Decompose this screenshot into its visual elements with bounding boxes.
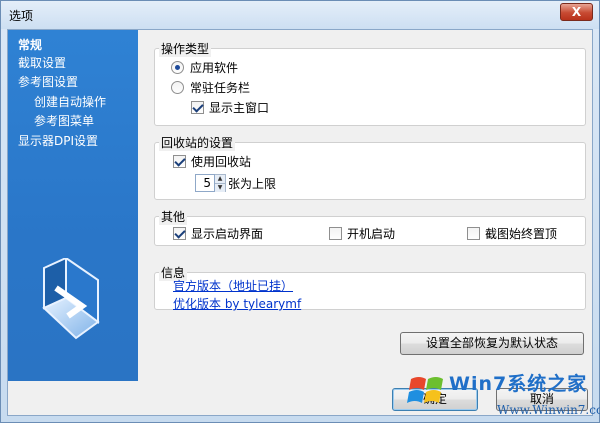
content-panel: 操作类型 应用软件 常驻任务栏 显示主窗口 回收站的设置 使用回收站 5 ▲ ▼… <box>140 30 592 381</box>
show-main-checkbox[interactable] <box>191 101 204 114</box>
sidebar: 常规 截取设置 参考图设置 创建自动操作 参考图菜单 显示器DPI设置 <box>8 30 138 381</box>
operation-type-title: 操作类型 <box>159 40 212 57</box>
use-recycle-label: 使用回收站 <box>191 155 252 169</box>
stepper-up-icon[interactable]: ▲ <box>215 175 225 183</box>
sidebar-item-general[interactable]: 常规 <box>18 36 42 53</box>
sidebar-item-capture-settings[interactable]: 截取设置 <box>18 54 66 71</box>
show-main-label: 显示主窗口 <box>209 101 270 115</box>
close-button[interactable]: X <box>560 3 593 21</box>
window-title: 选项 <box>9 9 34 23</box>
other-group: 其他 显示启动界面 开机启动 截图始终置顶 <box>154 208 586 246</box>
sidebar-item-reference-menu[interactable]: 参考图菜单 <box>34 112 94 129</box>
use-recycle-checkbox[interactable] <box>173 155 186 168</box>
watermark-url: Www.Winwin7.com <box>497 403 600 417</box>
recycle-limit-suffix: 张为上限 <box>228 176 277 191</box>
ontop-row[interactable]: 截图始终置顶 <box>467 225 557 242</box>
watermark: Win7系统之家 Www.Winwin7.com <box>405 369 600 421</box>
sidebar-item-dpi-settings[interactable]: 显示器DPI设置 <box>18 132 98 149</box>
sidebar-item-reference-settings[interactable]: 参考图设置 <box>18 73 78 90</box>
show-main-row[interactable]: 显示主窗口 <box>191 99 269 116</box>
options-window: 选项 X 常规 截取设置 参考图设置 创建自动操作 参考图菜单 显示器DPI设置 <box>0 0 600 423</box>
watermark-title: Win7系统之家 <box>449 373 588 395</box>
app-logo-icon <box>42 258 100 340</box>
reset-defaults-button[interactable]: 设置全部恢复为默认状态 <box>400 332 584 355</box>
radio-tray-label: 常驻任务栏 <box>190 81 251 95</box>
splash-checkbox[interactable] <box>173 227 186 240</box>
dialog-body: 常规 截取设置 参考图设置 创建自动操作 参考图菜单 显示器DPI设置 操作类型… <box>7 29 593 416</box>
radio-tray[interactable] <box>171 81 184 94</box>
title-bar[interactable]: 选项 X <box>1 1 599 29</box>
stepper-buttons[interactable]: ▲ ▼ <box>215 174 226 192</box>
recycle-limit-input[interactable]: 5 <box>195 174 215 192</box>
radio-app-row[interactable]: 应用软件 <box>171 59 238 76</box>
close-icon: X <box>571 5 582 19</box>
stepper-down-icon[interactable]: ▼ <box>215 183 225 192</box>
official-version-link[interactable]: 官方版本（地址已挂） <box>173 277 293 294</box>
autostart-checkbox[interactable] <box>329 227 342 240</box>
use-recycle-row[interactable]: 使用回收站 <box>173 153 251 170</box>
radio-tray-row[interactable]: 常驻任务栏 <box>171 79 250 96</box>
sidebar-item-create-auto-action[interactable]: 创建自动操作 <box>34 93 106 110</box>
recycle-limit-row: 5 ▲ ▼ 张为上限 <box>195 174 276 192</box>
operation-type-group: 操作类型 应用软件 常驻任务栏 显示主窗口 <box>154 40 586 126</box>
recycle-limit-stepper[interactable]: 5 ▲ ▼ <box>195 174 226 192</box>
info-group: 信息 官方版本（地址已挂） 优化版本 by tylearymf <box>154 264 586 312</box>
radio-app-label: 应用软件 <box>190 61 239 75</box>
recycle-title: 回收站的设置 <box>159 134 236 151</box>
autostart-label: 开机启动 <box>347 227 396 241</box>
autostart-row[interactable]: 开机启动 <box>329 225 395 242</box>
recycle-group: 回收站的设置 使用回收站 5 ▲ ▼ 张为上限 <box>154 134 586 200</box>
optimized-version-link[interactable]: 优化版本 by tylearymf <box>173 295 301 312</box>
windows-flag-icon <box>407 377 443 403</box>
ontop-checkbox[interactable] <box>467 227 480 240</box>
splash-label: 显示启动界面 <box>191 227 264 241</box>
radio-app[interactable] <box>171 61 184 74</box>
ontop-label: 截图始终置顶 <box>485 227 558 241</box>
other-title: 其他 <box>159 208 188 225</box>
splash-row[interactable]: 显示启动界面 <box>173 225 263 242</box>
